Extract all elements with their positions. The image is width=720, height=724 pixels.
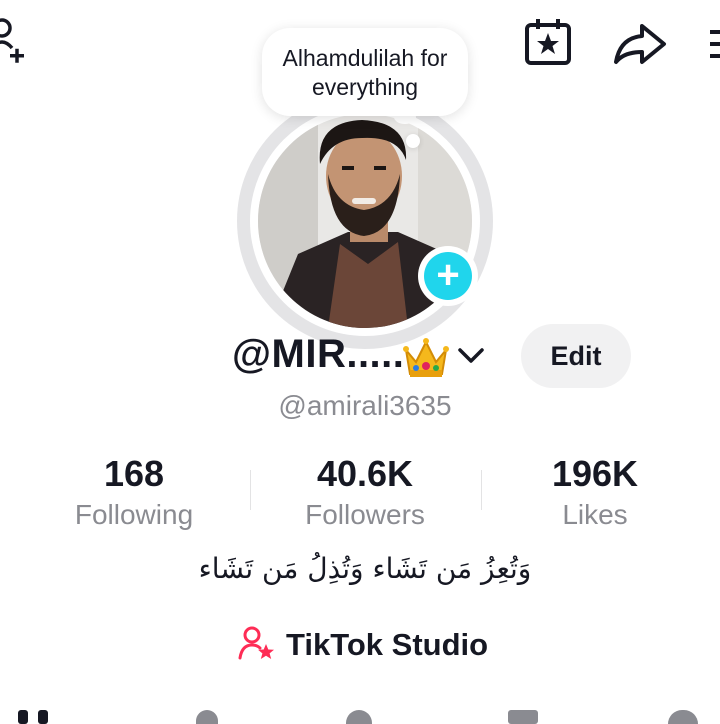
tab-videos-icon[interactable]: [18, 710, 28, 724]
likes-stat[interactable]: 196K Likes: [495, 452, 695, 534]
note-bubble[interactable]: Alhamdulilah for everything: [262, 28, 468, 116]
note-bubble-dot: [406, 134, 420, 148]
likes-count: 196K: [551, 453, 639, 494]
username: @amirali3635: [278, 390, 452, 421]
display-name: @MIR.....: [232, 332, 405, 376]
followers-count: 40.6K: [316, 453, 414, 494]
followers-label: Followers: [305, 499, 425, 530]
chevron-down-icon[interactable]: [456, 346, 486, 366]
stat-divider: [481, 470, 482, 510]
plus-icon: +: [424, 252, 472, 300]
tiktok-studio-label: TikTok Studio: [286, 627, 489, 662]
stat-divider: [250, 470, 251, 510]
bio-text: وَتُعِزُ مَن تَشَاء وَتُذِلُ مَن تَشَاء: [198, 552, 532, 585]
edit-button[interactable]: Edit: [521, 324, 631, 388]
menu-icon[interactable]: [704, 26, 720, 62]
followers-stat[interactable]: 40.6K Followers: [265, 452, 465, 534]
tab-private-icon[interactable]: [196, 710, 218, 724]
following-count: 168: [103, 453, 165, 494]
tab-liked-icon[interactable]: [668, 710, 698, 724]
crown-icon: [402, 336, 450, 380]
tab-videos-icon[interactable]: [38, 710, 48, 724]
tab-favorites-icon[interactable]: [508, 710, 538, 724]
tiktok-studio-link[interactable]: TikTok Studio: [238, 620, 488, 670]
share-arrow-icon[interactable]: [612, 22, 668, 66]
person-star-icon: [238, 624, 276, 667]
add-story-button[interactable]: +: [418, 246, 478, 306]
following-label: Following: [74, 499, 194, 530]
tab-reposts-icon[interactable]: [346, 710, 372, 724]
likes-label: Likes: [562, 499, 628, 530]
note-text: Alhamdulilah for everything: [282, 45, 448, 100]
calendar-star-icon[interactable]: [522, 18, 574, 68]
following-stat[interactable]: 168 Following: [34, 452, 234, 534]
add-friend-icon[interactable]: [0, 18, 28, 68]
